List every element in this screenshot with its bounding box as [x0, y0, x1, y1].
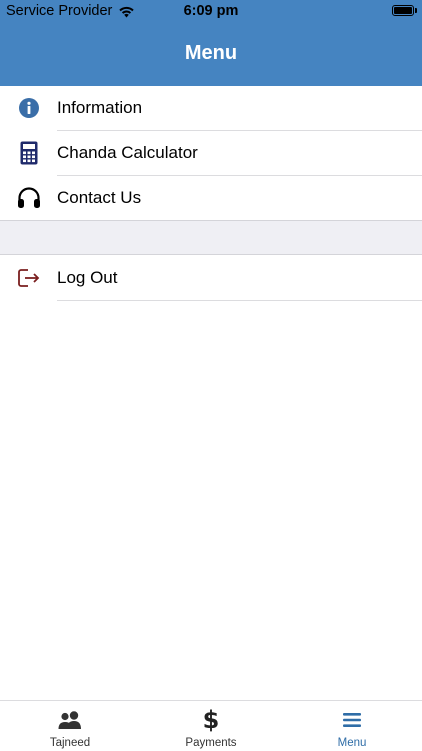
menu-item-logout[interactable]: Log Out: [0, 256, 422, 301]
menu-item-label: Chanda Calculator: [57, 143, 198, 162]
logout-section: Log Out: [0, 256, 422, 301]
battery-icon: [392, 5, 414, 16]
app-header: Service Provider 6:09 pm Menu: [0, 0, 422, 86]
tab-label: Menu: [337, 737, 367, 749]
tab-menu[interactable]: Menu: [282, 701, 422, 751]
menu-item-chanda-calculator[interactable]: Chanda Calculator: [0, 131, 422, 176]
dollar-icon: $: [202, 706, 220, 734]
menu-item-contact-us[interactable]: Contact Us: [0, 176, 422, 221]
menu-list: Information Chanda Calculator Contact Us: [0, 86, 422, 221]
tab-tajneed[interactable]: Tajneed: [0, 701, 140, 751]
tab-label: Payments: [185, 737, 237, 749]
menu-item-label: Log Out: [57, 268, 118, 287]
page-title: Menu: [184, 42, 238, 64]
info-icon: [17, 95, 41, 121]
tab-label: Tajneed: [49, 737, 91, 749]
people-icon: [55, 707, 85, 733]
menu-item-information[interactable]: Information: [0, 86, 422, 131]
hamburger-icon: [337, 707, 367, 733]
tab-payments[interactable]: $ Payments: [141, 701, 281, 751]
calculator-icon: [17, 140, 41, 166]
section-separator: [0, 220, 422, 255]
battery-tip: [415, 8, 417, 13]
menu-item-label: Information: [57, 98, 143, 117]
status-time: 6:09 pm: [183, 3, 239, 19]
divider: [57, 300, 422, 301]
logout-icon: [17, 265, 41, 291]
headphones-icon: [17, 185, 41, 211]
menu-item-label: Contact Us: [57, 188, 142, 207]
tab-bar: Tajneed $ Payments Menu: [0, 700, 422, 750]
status-bar: Service Provider 6:09 pm: [0, 0, 422, 22]
